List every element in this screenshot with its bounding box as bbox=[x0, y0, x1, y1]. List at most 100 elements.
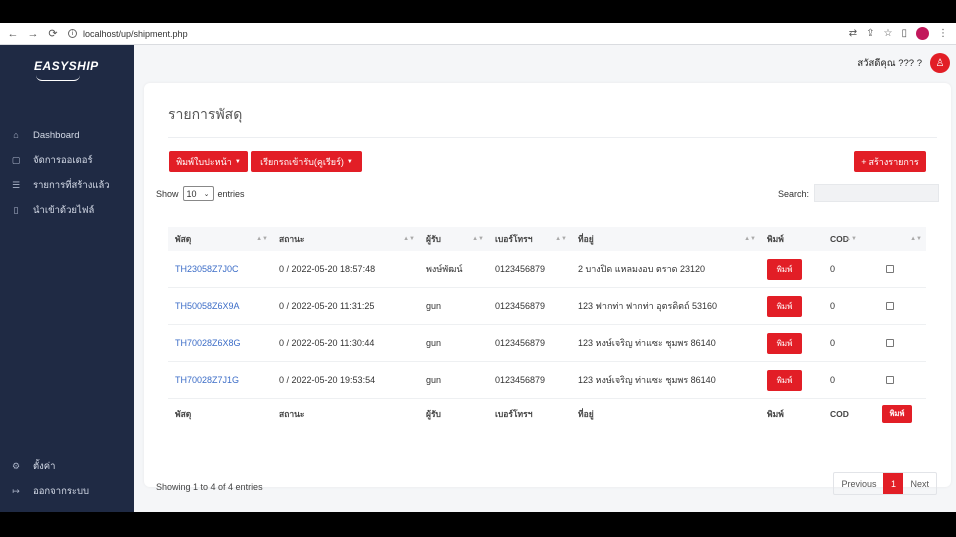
sort-icon: ▲▼ bbox=[910, 236, 922, 242]
plus-icon: + bbox=[861, 156, 867, 167]
search-input[interactable] bbox=[814, 184, 939, 202]
caret-down-icon: ▼ bbox=[234, 158, 241, 165]
column-header-recipient[interactable]: ผู้รับ ▲▼ bbox=[419, 227, 488, 251]
create-shipment-button[interactable]: + สร้างรายการ bbox=[854, 151, 926, 172]
page-1-button[interactable]: 1 bbox=[883, 473, 904, 494]
next-page-button[interactable]: Next bbox=[903, 473, 936, 494]
tracking-link[interactable]: TH70028Z6X8G bbox=[175, 338, 241, 348]
print-button[interactable]: พิมพ์ bbox=[767, 258, 802, 280]
browser-profile-avatar[interactable] bbox=[916, 27, 929, 40]
sort-icon: ▲▼ bbox=[555, 236, 567, 242]
list-icon: ☰ bbox=[11, 179, 21, 190]
print-button[interactable]: พิมพ์ bbox=[767, 369, 802, 391]
tracking-link[interactable]: TH70028Z7J1G bbox=[175, 375, 239, 385]
row-checkbox[interactable] bbox=[886, 302, 894, 310]
cod-cell: 0 bbox=[830, 301, 836, 311]
table-footer-row: พัสดุ สถานะ ผู้รับ เบอร์โทรฯ ที่อยู่ พิม… bbox=[168, 399, 926, 429]
status-cell: 0 / 2022-05-20 19:53:54 bbox=[279, 375, 376, 385]
file-icon: ▯ bbox=[13, 204, 19, 215]
logout-icon: ↦ bbox=[12, 485, 20, 496]
browser-menu-icon[interactable]: ⋮ bbox=[938, 28, 948, 39]
address-cell: 123 หงษ์เจริญ ท่าแซะ ชุมพร 86140 bbox=[578, 338, 716, 348]
share-icon[interactable]: ⇪ bbox=[866, 28, 874, 39]
print-label-dropdown-button[interactable]: พิมพ์ใบปะหน้า ▼ bbox=[169, 151, 248, 172]
column-header-print[interactable]: พิมพ์ bbox=[760, 227, 823, 251]
url-text: localhost/up/shipment.php bbox=[83, 28, 188, 39]
pagination: Previous 1 Next bbox=[833, 472, 937, 495]
column-header-cod[interactable]: COD ▲▼ bbox=[823, 227, 861, 251]
status-cell: 0 / 2022-05-20 18:57:48 bbox=[279, 264, 376, 274]
forward-icon[interactable]: → bbox=[26, 27, 40, 41]
divider bbox=[168, 137, 937, 138]
row-checkbox[interactable] bbox=[886, 339, 894, 347]
address-cell: 123 หงษ์เจริญ ท่าแซะ ชุมพร 86140 bbox=[578, 375, 716, 385]
sidebar-item-created-list[interactable]: ☰ รายการที่สร้างแล้ว bbox=[0, 176, 134, 194]
sidebar-item-logout[interactable]: ↦ ออกจากระบบ bbox=[0, 482, 134, 500]
table-header-row: พัสดุ ▲▼ สถานะ ▲▼ ผู้รับ ▲▼ เบอร์โทรฯ ▲▼ ที่… bbox=[168, 227, 926, 251]
recipient-cell: gun bbox=[426, 301, 442, 311]
sort-icon: ▲▼ bbox=[744, 236, 756, 242]
table-row: TH70028Z6X8G 0 / 2022-05-20 11:30:44 gun… bbox=[168, 325, 926, 362]
print-selected-button[interactable]: พิมพ์ bbox=[882, 405, 912, 423]
sidebar-item-label: ออกจากระบบ bbox=[33, 485, 90, 497]
page-length-value: 10 bbox=[186, 188, 197, 199]
recipient-cell: gun bbox=[426, 375, 442, 385]
user-avatar-icon[interactable]: ♙ bbox=[930, 53, 950, 73]
back-icon[interactable]: ← bbox=[6, 27, 20, 41]
table-info: Showing 1 to 4 of 4 entries bbox=[156, 482, 263, 492]
browser-actions: ⇄ ⇪ ☆ ▯ ⋮ bbox=[849, 27, 948, 40]
star-icon[interactable]: ☆ bbox=[884, 28, 893, 39]
sidebar-item-import-file[interactable]: ▯ นำเข้าด้วยไฟล์ bbox=[0, 201, 134, 219]
column-header-status[interactable]: สถานะ ▲▼ bbox=[272, 227, 419, 251]
cod-cell: 0 bbox=[830, 375, 836, 385]
logo-swoosh bbox=[36, 75, 80, 81]
side-panel-icon[interactable]: ▯ bbox=[901, 28, 907, 39]
page-length-select[interactable]: 10 ⌄ bbox=[182, 186, 214, 201]
recipient-cell: gun bbox=[426, 338, 442, 348]
sidebar-item-settings[interactable]: ⚙ ตั้งค่า bbox=[0, 457, 134, 475]
phone-cell: 0123456879 bbox=[495, 375, 546, 385]
column-header-address[interactable]: ที่อยู่ ▲▼ bbox=[571, 227, 760, 251]
call-courier-dropdown-button[interactable]: เรียกรถเข้ารับ(คูเรียร์) ▼ bbox=[251, 151, 362, 172]
reload-icon[interactable]: ⟳ bbox=[46, 27, 60, 41]
print-button[interactable]: พิมพ์ bbox=[767, 332, 802, 354]
entries-label: entries bbox=[217, 188, 245, 199]
sidebar-item-label: Dashboard bbox=[33, 129, 80, 141]
site-info-icon[interactable]: i bbox=[68, 29, 77, 38]
previous-page-button[interactable]: Previous bbox=[834, 473, 883, 494]
row-checkbox[interactable] bbox=[886, 265, 894, 273]
brand-logo[interactable]: EASYSHIP bbox=[34, 59, 99, 73]
footer-print: พิมพ์ bbox=[767, 409, 784, 419]
sidebar-item-dashboard[interactable]: ⌂ Dashboard bbox=[0, 126, 134, 144]
address-cell: 2 บางปิด แหลมงอบ ตราด 23120 bbox=[578, 264, 706, 274]
browser-toolbar: ← → ⟳ i localhost/up/shipment.php ⇄ ⇪ ☆ … bbox=[0, 23, 956, 45]
cod-cell: 0 bbox=[830, 264, 836, 274]
address-bar[interactable]: i localhost/up/shipment.php bbox=[68, 29, 188, 39]
tracking-link[interactable]: TH23058Z7J0C bbox=[175, 264, 239, 274]
phone-cell: 0123456879 bbox=[495, 301, 546, 311]
column-header-select[interactable]: ▲▼ bbox=[861, 227, 926, 251]
column-header-tracking[interactable]: พัสดุ ▲▼ bbox=[168, 227, 272, 251]
footer-address: ที่อยู่ bbox=[578, 409, 594, 419]
phone-cell: 0123456879 bbox=[495, 338, 546, 348]
sidebar-item-label: ตั้งค่า bbox=[33, 460, 56, 472]
phone-cell: 0123456879 bbox=[495, 264, 546, 274]
sidebar-item-label: รายการที่สร้างแล้ว bbox=[33, 179, 110, 191]
footer-recipient: ผู้รับ bbox=[426, 409, 441, 419]
column-header-phone[interactable]: เบอร์โทรฯ ▲▼ bbox=[488, 227, 571, 251]
print-button[interactable]: พิมพ์ bbox=[767, 295, 802, 317]
sidebar-item-orders[interactable]: ▢ จัดการออเดอร์ bbox=[0, 151, 134, 169]
status-cell: 0 / 2022-05-20 11:30:44 bbox=[279, 338, 375, 348]
table-row: TH70028Z7J1G 0 / 2022-05-20 19:53:54 gun… bbox=[168, 362, 926, 399]
row-checkbox[interactable] bbox=[886, 376, 894, 384]
sort-icon: ▲▼ bbox=[256, 236, 268, 242]
sidebar-item-label: จัดการออเดอร์ bbox=[33, 154, 93, 166]
search-label: Search: bbox=[777, 189, 809, 199]
translate-icon[interactable]: ⇄ bbox=[849, 28, 857, 39]
page-length-control: Show 10 ⌄ entries bbox=[156, 186, 245, 201]
user-greeting: สวัสดีคุณ ??? ? bbox=[857, 58, 922, 69]
chevron-down-icon: ⌄ bbox=[203, 190, 210, 198]
shipment-card: รายการพัสดุ พิมพ์ใบปะหน้า ▼ เรียกรถเข้าร… bbox=[144, 83, 951, 495]
page-title: รายการพัสดุ bbox=[168, 106, 243, 122]
tracking-link[interactable]: TH50058Z6X9A bbox=[175, 301, 240, 311]
